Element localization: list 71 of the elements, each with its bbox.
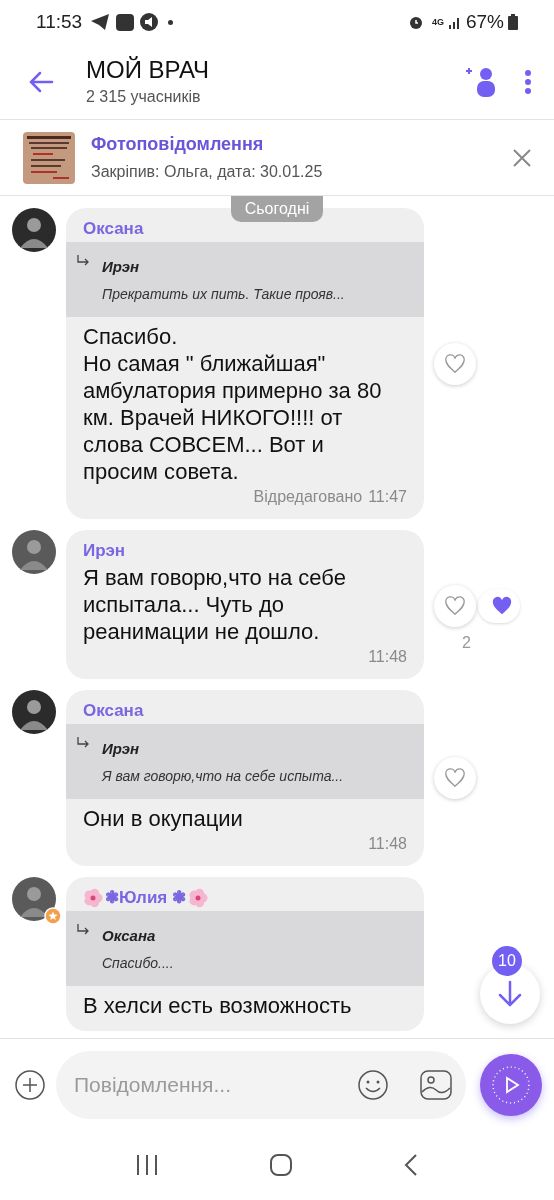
battery-level: 67%	[465, 9, 504, 34]
flower-icon	[188, 888, 208, 908]
reply-arrow-icon	[76, 254, 90, 268]
quoted-text: Прекратить их пить. Такие прояв...	[102, 284, 345, 303]
sender-name[interactable]: Оксана	[83, 700, 144, 722]
message-time: 11:47	[368, 487, 407, 507]
gallery-icon[interactable]	[420, 1069, 452, 1100]
scroll-down-button[interactable]	[480, 964, 540, 1024]
quoted-message[interactable]: Ирэн Я вам говорю,что на себе испыта...	[66, 724, 424, 799]
star-badge-icon	[44, 907, 62, 925]
reply-arrow-icon	[76, 736, 90, 750]
member-count: 2 315 учасників	[86, 86, 202, 107]
network-type: 4G	[431, 17, 444, 27]
sender-name[interactable]: Ирэн	[83, 540, 126, 562]
message-bubble[interactable]: Ирэн Я вам говорю,что на себе испытала... Чуть до реанимации не дошло. 11:48	[66, 530, 424, 679]
sender-name[interactable]: ❃Юлия ❃	[105, 887, 186, 909]
message-input[interactable]: Повідомлення...	[74, 1068, 358, 1101]
like-count: 2	[462, 632, 471, 653]
flower-icon	[83, 888, 103, 908]
quoted-message[interactable]: Оксана Спасибо....	[66, 911, 424, 986]
attach-button[interactable]	[14, 1068, 46, 1101]
sender-name[interactable]: Оксана	[83, 218, 144, 240]
edited-label: Відредаговано	[253, 487, 363, 507]
alarm-icon	[407, 14, 424, 30]
message-bubble[interactable]: ❃Юлия ❃ Оксана Спасибо.... В хелси есть возможность	[66, 877, 424, 1031]
smiley-icon[interactable]	[358, 1069, 388, 1100]
megaphone-icon	[140, 13, 159, 31]
heart-icon	[491, 595, 513, 616]
avatar[interactable]	[12, 690, 56, 734]
message-text: Спасибо. Но самая " ближайшая" амбулатория примерно за 80 км. Врачей НИКОГО!!!! от слова СОВСЕМ... Вот и просим совета.	[82, 323, 383, 485]
heart-icon	[444, 595, 466, 616]
reply-arrow-icon	[76, 923, 90, 937]
heart-icon	[444, 353, 466, 374]
heart-icon	[444, 768, 466, 788]
app-icon	[116, 13, 135, 31]
chat-title: МОЙ ВРАЧ	[86, 54, 210, 85]
plus-icon	[15, 1069, 45, 1100]
record-button[interactable]	[480, 1053, 542, 1116]
message-time: 11:48	[368, 647, 407, 667]
avatar[interactable]	[12, 530, 56, 574]
play-icon	[491, 1064, 531, 1105]
more-icon	[525, 69, 531, 94]
signal-icon	[447, 15, 462, 29]
battery-icon	[508, 14, 518, 30]
message-bubble[interactable]: Оксана Ирэн Я вам говорю,что на себе испыта... Они в окупации 11:48	[66, 690, 424, 866]
down-arrow-icon	[497, 980, 523, 1008]
status-time: 11:53	[36, 9, 83, 34]
close-icon	[513, 148, 531, 167]
date-chip: Сьогодні	[230, 196, 324, 222]
quoted-sender: Оксана	[102, 925, 157, 946]
reaction-pill[interactable]	[478, 588, 520, 623]
message-time: 11:48	[368, 834, 407, 854]
unread-badge: 10	[492, 946, 522, 976]
quoted-text: Я вам говорю,что на себе испыта...	[102, 766, 344, 785]
send-icon	[90, 13, 111, 31]
avatar[interactable]	[12, 208, 56, 252]
quoted-text: Спасибо....	[102, 953, 174, 972]
message-text: Они в окупации	[82, 805, 244, 832]
message-text: В хелси есть возможность	[82, 992, 353, 1019]
pinned-title: Фотоповідомлення	[91, 132, 265, 156]
pinned-subtitle: Закріпив: Ольга, дата: 30.01.25	[91, 161, 323, 182]
quoted-sender: Ирэн	[102, 256, 141, 277]
avatar[interactable]	[12, 877, 56, 921]
message-text: Я вам говорю,что на себе испытала... Чуть до реанимации не дошло.	[82, 564, 347, 645]
quoted-message[interactable]: Ирэн Прекратить их пить. Такие прояв...	[66, 242, 424, 317]
recent-apps-icon[interactable]	[135, 1154, 159, 1176]
home-icon[interactable]	[269, 1153, 293, 1177]
message-field[interactable]: Повідомлення...	[56, 1050, 466, 1119]
back-arrow-icon	[28, 70, 54, 93]
back-icon[interactable]	[403, 1153, 419, 1177]
quoted-sender: Ирэн	[102, 738, 141, 759]
